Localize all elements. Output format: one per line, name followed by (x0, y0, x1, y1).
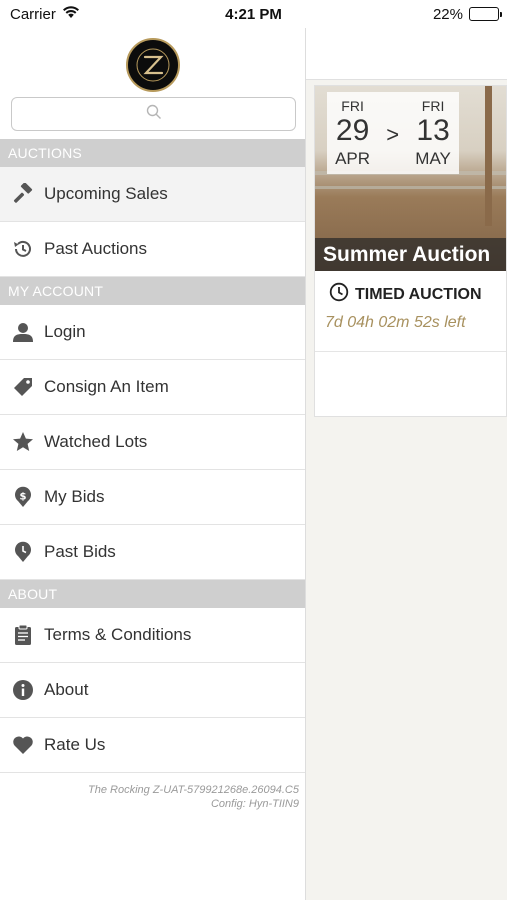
section-header-auctions: AUCTIONS (0, 139, 305, 167)
end-day: 13 (416, 114, 450, 147)
menu-item-label: Rate Us (44, 735, 106, 754)
section-header-my-account: MY ACCOUNT (0, 277, 305, 305)
auction-type-label: TIMED AUCTION (355, 285, 482, 303)
menu-item-upcoming-sales[interactable]: Upcoming Sales (0, 167, 305, 222)
heart-icon (11, 733, 35, 757)
content-top-bar (306, 28, 507, 80)
menu-item-rate-us[interactable]: Rate Us (0, 718, 305, 773)
card-divider (315, 351, 506, 352)
wifi-icon (62, 5, 80, 23)
menu-item-label: Login (44, 322, 86, 341)
menu-item-label: Terms & Conditions (44, 625, 192, 644)
battery-icon (469, 7, 502, 21)
menu-item-label: Consign An Item (44, 377, 169, 396)
config-text: Config: Hyn-TIIN9 (210, 798, 299, 810)
clipboard-icon (11, 623, 35, 647)
auction-type: TIMED AUCTION (329, 282, 482, 307)
auction-title: Summer Auction (315, 238, 506, 271)
start-date: FRI 29 APR (335, 99, 370, 167)
start-month: APR (335, 149, 371, 168)
brand-logo-icon (125, 38, 180, 92)
menu-item-past-bids[interactable]: Past Bids (0, 525, 305, 580)
carrier-label: Carrier (10, 5, 56, 23)
section-header-about: ABOUT (0, 580, 305, 608)
status-bar: Carrier 4:21 PM 22% (0, 0, 507, 28)
auction-card[interactable]: FRI 29 APR > FRI 13 MAY Summer Auction T… (314, 85, 507, 417)
history-icon (11, 237, 35, 261)
svg-text:$: $ (20, 492, 27, 503)
tag-icon (11, 375, 35, 399)
date-separator: > (386, 122, 400, 147)
dollar-pin-icon: $ (11, 485, 35, 509)
logo-area (0, 28, 305, 96)
menu-item-watched-lots[interactable]: Watched Lots (0, 415, 305, 470)
auction-dates: FRI 29 APR > FRI 13 MAY (327, 92, 459, 174)
clock-icon (329, 282, 349, 307)
auction-countdown: 7d 04h 02m 52s left (325, 314, 466, 331)
menu-item-login[interactable]: Login (0, 305, 305, 360)
app-version-footer: The Rocking Z-UAT-579921268e.26094.C5 Co… (0, 783, 305, 811)
fence-rail (315, 186, 506, 189)
end-weekday: FRI (421, 98, 445, 114)
search-icon (146, 104, 162, 125)
menu-item-consign-an-item[interactable]: Consign An Item (0, 360, 305, 415)
menu-item-past-auctions[interactable]: Past Auctions (0, 222, 305, 277)
menu-item-label: About (44, 680, 89, 699)
version-text: The Rocking Z-UAT-579921268e.26094.C5 (88, 784, 299, 796)
menu-item-label: My Bids (44, 487, 105, 506)
menu-item-about[interactable]: About (0, 663, 305, 718)
end-month: MAY (415, 149, 451, 168)
search-input[interactable] (11, 97, 296, 131)
menu-item-label: Watched Lots (44, 432, 148, 451)
main-content-panel: FRI 29 APR > FRI 13 MAY Summer Auction T… (306, 28, 507, 900)
star-icon (11, 430, 35, 454)
fence-post (485, 86, 492, 226)
start-weekday: FRI (341, 98, 364, 114)
menu-item-my-bids[interactable]: $ My Bids (0, 470, 305, 525)
info-icon (11, 678, 35, 702)
battery-percent: 22% (432, 5, 463, 23)
menu-item-label: Past Auctions (44, 239, 148, 258)
clock-pin-icon (11, 540, 35, 564)
end-date: FRI 13 MAY (415, 99, 451, 167)
menu-item-label: Past Bids (44, 542, 116, 561)
menu-item-label: Upcoming Sales (44, 184, 168, 203)
auction-photo: FRI 29 APR > FRI 13 MAY Summer Auction (315, 86, 506, 271)
menu-item-terms-conditions[interactable]: Terms & Conditions (0, 608, 305, 663)
start-day: 29 (335, 114, 370, 147)
gavel-icon (11, 182, 35, 206)
user-icon (11, 320, 35, 344)
side-menu: AUCTIONS Upcoming Sales Past Auctions MY… (0, 28, 306, 900)
